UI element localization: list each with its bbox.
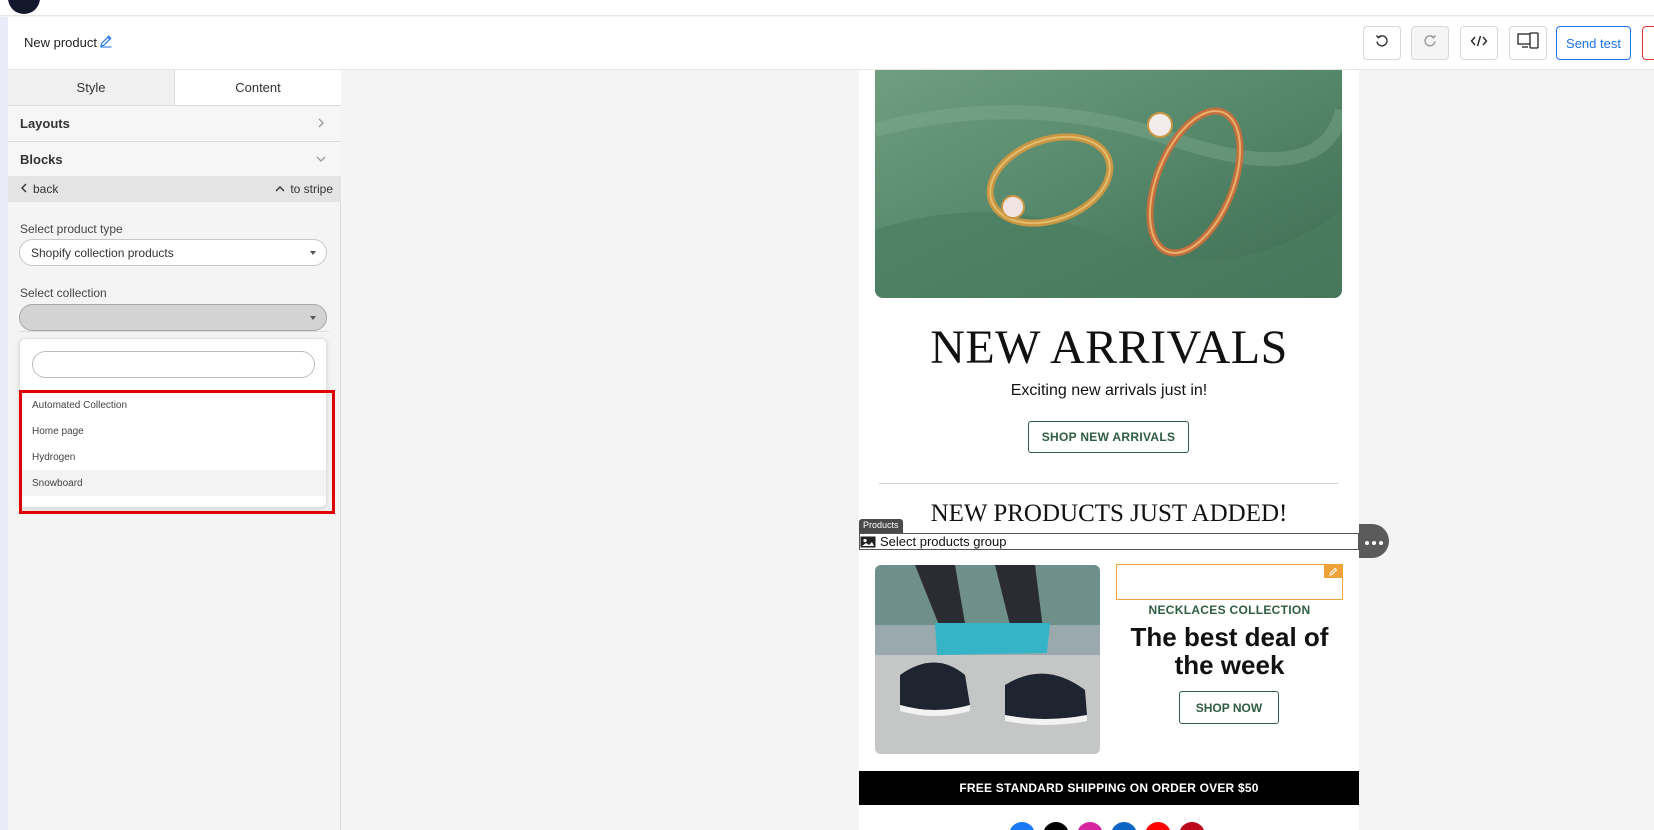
- product-image[interactable]: [875, 565, 1100, 754]
- editable-text-box[interactable]: [1116, 564, 1343, 600]
- shop-new-arrivals-button[interactable]: SHOP NEW ARRIVALS: [1028, 421, 1189, 453]
- product-type-value: Shopify collection products: [31, 245, 174, 260]
- product-type-select[interactable]: Shopify collection products: [19, 239, 327, 266]
- left-accent-bar: [0, 17, 8, 830]
- undo-button[interactable]: [1363, 26, 1401, 60]
- undo-icon: [1374, 33, 1390, 54]
- devices-icon: [1517, 31, 1539, 55]
- section-blocks[interactable]: Blocks: [8, 142, 341, 178]
- tab-content[interactable]: Content: [175, 70, 341, 105]
- device-preview-button[interactable]: [1509, 26, 1547, 60]
- section-layouts[interactable]: Layouts: [8, 106, 341, 142]
- to-stripe-label: to stripe: [290, 182, 333, 196]
- shipping-banner[interactable]: FREE STANDARD SHIPPING ON ORDER OVER $50: [859, 771, 1359, 805]
- code-view-button[interactable]: [1460, 26, 1498, 60]
- collection-heading[interactable]: NECKLACES COLLECTION: [1116, 603, 1343, 617]
- caret-down-icon: [310, 251, 316, 255]
- to-stripe-link[interactable]: to stripe: [275, 182, 333, 196]
- chevron-right-icon: [315, 117, 327, 129]
- collection-label: Select collection: [20, 286, 107, 300]
- document-title: New product: [24, 35, 97, 50]
- hero-subtitle[interactable]: Exciting new arrivals just in!: [859, 382, 1359, 400]
- divider: [19, 331, 329, 332]
- image-icon: [860, 535, 876, 548]
- back-link[interactable]: back: [20, 182, 58, 196]
- code-icon: [1470, 34, 1488, 53]
- redo-icon: [1422, 33, 1438, 54]
- editor-header: [0, 17, 1654, 70]
- hero-image[interactable]: [875, 70, 1342, 298]
- section-layouts-label: Layouts: [20, 116, 70, 131]
- section-title[interactable]: NEW PRODUCTS JUST ADDED!: [859, 500, 1359, 528]
- deal-title[interactable]: The best deal of the week: [1116, 623, 1343, 679]
- chevron-up-icon: [275, 182, 285, 196]
- products-block-tag: Products: [859, 519, 903, 533]
- highlight-box: [19, 390, 335, 514]
- collection-select[interactable]: [19, 304, 327, 331]
- redo-button[interactable]: [1411, 26, 1449, 60]
- product-type-label: Select product type: [20, 222, 123, 236]
- section-blocks-label: Blocks: [20, 152, 63, 167]
- sidebar: Style Content Layouts Blocks back to str…: [8, 70, 341, 830]
- products-group-placeholder[interactable]: Select products group: [859, 533, 1359, 550]
- collection-search-input[interactable]: [32, 351, 315, 378]
- caret-down-icon: [310, 316, 316, 320]
- sidebar-tabs: Style Content: [8, 70, 341, 106]
- hero-title[interactable]: NEW ARRIVALS: [859, 320, 1359, 375]
- save-button[interactable]: [1642, 26, 1654, 60]
- edit-icon[interactable]: [99, 34, 113, 48]
- chevron-down-icon: [315, 153, 327, 165]
- top-strip: [0, 0, 1654, 16]
- edit-icon[interactable]: [1324, 565, 1342, 578]
- shop-now-button[interactable]: SHOP NOW: [1179, 691, 1279, 724]
- email-divider: [879, 483, 1338, 484]
- send-test-button[interactable]: Send test: [1556, 26, 1631, 60]
- chevron-left-icon: [20, 182, 28, 196]
- tab-style[interactable]: Style: [8, 70, 175, 105]
- block-nav-row: back to stripe: [8, 176, 341, 202]
- back-label: back: [33, 182, 59, 196]
- more-icon: [1364, 532, 1385, 550]
